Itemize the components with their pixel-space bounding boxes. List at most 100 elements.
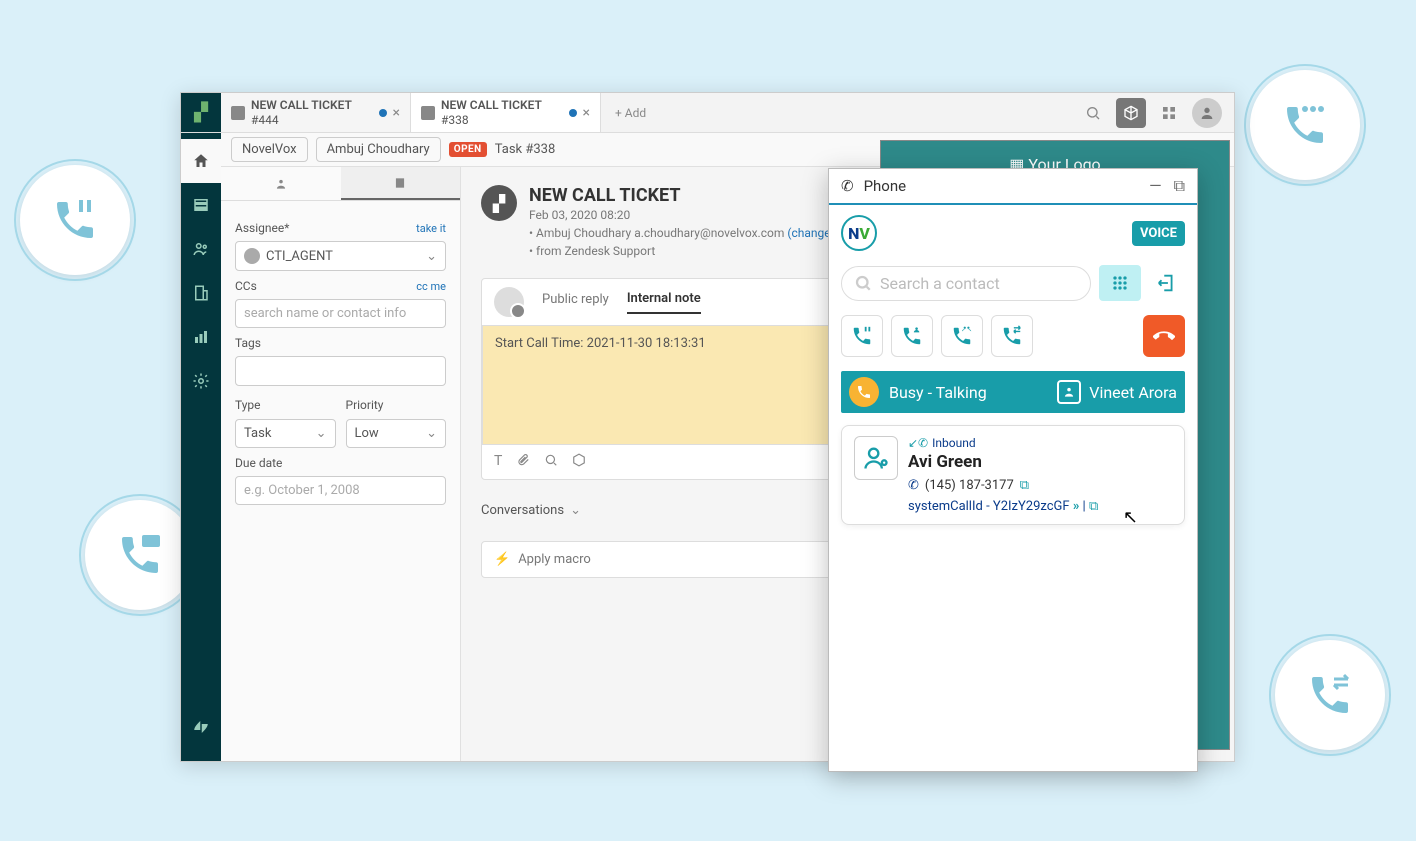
novelvox-logo: NV (841, 215, 877, 251)
app-logo[interactable]: ▞ (181, 93, 221, 132)
tab-ticket-444[interactable]: NEW CALL TICKET#444 × (221, 93, 411, 132)
system-call-id: systemCallId - Y2IzY29zcGF (908, 499, 1070, 514)
assignee-select[interactable]: CTI_AGENT ⌄ (235, 241, 446, 271)
tab-title: NEW CALL TICKET (441, 98, 563, 112)
cti-title: Phone (864, 177, 907, 195)
minimize-icon[interactable]: — (1149, 176, 1162, 196)
voice-button[interactable]: VOICE (1132, 221, 1185, 246)
crumb-user[interactable]: Ambuj Choudhary (316, 137, 441, 162)
sidebar-home[interactable] (181, 139, 221, 183)
search-contact-input[interactable]: Search a contact (841, 266, 1091, 301)
call-direction: ↙✆Inbound (908, 436, 1172, 450)
status-badge: OPEN (449, 142, 487, 157)
internal-note-tab[interactable]: Internal note (627, 291, 701, 314)
apps-icon[interactable] (1154, 98, 1184, 128)
search-icon[interactable] (544, 453, 558, 471)
due-date-label: Due date (235, 456, 282, 470)
reply-avatar (494, 287, 524, 317)
conference-button[interactable] (941, 315, 983, 357)
cti-phone-panel: ✆ Phone — ⧉ NV VOICE Search a contact Busy… (828, 168, 1198, 772)
agent-status-bar: Busy - Talking Vineet Arora (841, 371, 1185, 413)
cursor-icon: ↖ (1123, 507, 1138, 528)
active-call-card: ↙✆Inbound Avi Green ✆ (145) 187-3177 ⧉ sys… (841, 425, 1185, 525)
sidebar-org[interactable] (181, 271, 221, 315)
type-select[interactable]: Task ⌄ (235, 419, 336, 448)
logout-button[interactable] (1149, 265, 1185, 301)
expand-icon[interactable]: » (1073, 499, 1080, 514)
cube-icon[interactable] (572, 453, 586, 471)
status-text: Busy - Talking (889, 383, 987, 402)
ticket-properties-panel: Assignee*take it CTI_AGENT⌄ CCscc me sea… (221, 167, 461, 761)
caller-name: Avi Green (908, 452, 1172, 472)
panel-tab-user[interactable] (221, 167, 341, 200)
conversations-dropdown[interactable]: Conversations⌄ (481, 498, 581, 523)
cc-me-link[interactable]: cc me (416, 280, 446, 293)
ticket-via: • from Zendesk Support (529, 242, 835, 260)
hold-button[interactable] (841, 315, 883, 357)
sidebar (181, 133, 221, 761)
transfer-button[interactable] (991, 315, 1033, 357)
cube-icon[interactable] (1116, 98, 1146, 128)
type-label: Type (235, 398, 261, 412)
public-reply-tab[interactable]: Public reply (542, 292, 609, 313)
ccs-input[interactable]: search name or contact info (235, 299, 446, 328)
ticket-icon (231, 106, 245, 120)
ticket-avatar-icon: ▞ (481, 185, 517, 221)
assignee-label: Assignee* (235, 221, 289, 235)
text-format-icon[interactable]: T (494, 453, 502, 471)
popout-icon[interactable]: ⧉ (1174, 176, 1185, 196)
ticket-title: NEW CALL TICKET (529, 185, 835, 206)
avatar[interactable] (1192, 98, 1222, 128)
unsaved-dot (379, 109, 387, 117)
ticket-requester: • Ambuj Choudhary a.choudhary@novelvox.c… (529, 226, 787, 240)
type-value: Task (244, 426, 271, 441)
priority-select[interactable]: Low ⌄ (346, 419, 447, 448)
add-tab-button[interactable]: + Add (601, 93, 660, 132)
status-phone-icon (849, 377, 879, 407)
chevron-down-icon: ⌄ (426, 426, 437, 441)
unsaved-dot (569, 109, 577, 117)
copy-icon[interactable]: ⧉ (1020, 478, 1029, 493)
dialpad-button[interactable] (1099, 265, 1141, 301)
person-icon (1057, 380, 1081, 404)
chevron-down-icon: ⌄ (426, 249, 437, 264)
decor-phone-group-icon (1250, 70, 1360, 180)
decor-phone-pause-icon (20, 165, 130, 275)
decor-phone-transfer-icon (1275, 640, 1385, 750)
search-icon[interactable] (1078, 98, 1108, 128)
hangup-button[interactable] (1143, 315, 1185, 357)
caller-avatar-icon (854, 436, 898, 480)
assignee-value: CTI_AGENT (266, 249, 333, 264)
sidebar-admin[interactable] (181, 359, 221, 403)
ticket-icon (421, 106, 435, 120)
take-it-link[interactable]: take it (416, 222, 446, 235)
priority-label: Priority (346, 398, 384, 412)
phone-icon: ✆ (908, 478, 919, 493)
tab-sub: #338 (441, 113, 563, 127)
crumb-org[interactable]: NovelVox (231, 137, 308, 162)
attach-icon[interactable] (516, 453, 530, 471)
ticket-date: Feb 03, 2020 08:20 (529, 206, 835, 224)
agent-name: Vineet Arora (1089, 383, 1177, 402)
lightning-icon: ⚡ (494, 552, 510, 567)
decor-phone-chat-icon (85, 500, 195, 610)
sidebar-customers[interactable] (181, 227, 221, 271)
tags-input[interactable] (235, 356, 446, 386)
tab-sub: #444 (251, 113, 373, 127)
sidebar-zendesk-icon[interactable] (181, 705, 221, 749)
topbar: ▞ NEW CALL TICKET#444 × NEW CALL TICKET#… (181, 93, 1234, 133)
close-icon[interactable]: × (583, 105, 590, 121)
tab-title: NEW CALL TICKET (251, 98, 373, 112)
external-link-icon[interactable]: ⧉ (1089, 499, 1098, 514)
panel-tab-ticket[interactable] (341, 167, 461, 200)
tab-ticket-338[interactable]: NEW CALL TICKET#338 × (411, 93, 601, 132)
sidebar-views[interactable] (181, 183, 221, 227)
consult-button[interactable] (891, 315, 933, 357)
due-date-input[interactable]: e.g. October 1, 2008 (235, 476, 446, 505)
priority-value: Low (355, 426, 379, 441)
caller-phone: (145) 187-3177 (925, 478, 1014, 493)
chevron-down-icon: ⌄ (316, 426, 327, 441)
sidebar-reporting[interactable] (181, 315, 221, 359)
tags-label: Tags (235, 336, 261, 350)
close-icon[interactable]: × (393, 105, 400, 121)
